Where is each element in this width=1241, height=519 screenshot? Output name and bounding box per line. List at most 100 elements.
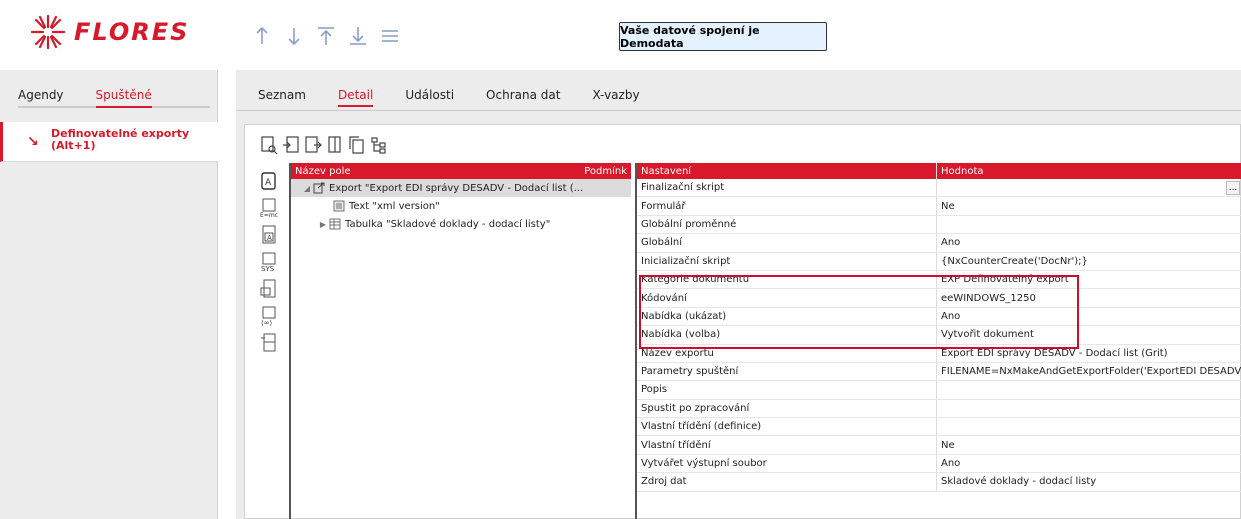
property-name: Název exportu	[637, 344, 937, 362]
property-value-text: Ne	[941, 439, 955, 451]
expand-icon[interactable]: ▶	[317, 220, 329, 229]
property-value[interactable]	[937, 216, 1241, 233]
property-row[interactable]: Nabídka (volba) Vytvořit dokument	[637, 326, 1241, 345]
property-value[interactable]: Ne	[937, 197, 1241, 214]
property-row[interactable]: Kódování eeWINDOWS_1250	[637, 289, 1241, 308]
property-name: Parametry spuštění	[637, 362, 937, 381]
property-name: Globální	[637, 234, 937, 252]
import-icon[interactable]	[281, 135, 301, 155]
property-value[interactable]: FILENAME=NxMakeAndGetExportFolder('Expor…	[937, 363, 1241, 380]
property-value[interactable]: EXP Definovatelný export	[937, 271, 1241, 288]
property-row[interactable]: Název exportu Export EDI správy DESADV - …	[637, 344, 1241, 363]
property-name: Inicializační skript	[637, 252, 937, 270]
menu-icon[interactable]	[378, 24, 402, 48]
formula-field-icon[interactable]: E=mc	[259, 198, 279, 219]
property-row[interactable]: Zdroj dat Skladové doklady - dodací listy	[637, 473, 1241, 492]
collapse-icon[interactable]: ◢	[301, 184, 313, 193]
tree-structure-icon[interactable]	[369, 135, 389, 155]
running-item-label: Definovatelné exporty (Alt+1)	[51, 127, 190, 152]
tab-agendy[interactable]: Agendy	[18, 88, 64, 106]
property-value[interactable]: {NxCounterCreate('DocNr');}	[937, 253, 1241, 270]
property-name: Kategorie dokumentu	[637, 270, 937, 289]
arrow-bottom-icon[interactable]	[346, 24, 370, 48]
property-value[interactable]: Vytvořit dokument	[937, 326, 1241, 343]
property-name: Nabídka (ukázat)	[637, 307, 937, 326]
grid-header-value[interactable]: Hodnota	[937, 163, 1241, 179]
system-field-icon[interactable]: SYS	[259, 252, 279, 273]
main-tabs: Seznam Detail Události Ochrana dat X-vaz…	[258, 88, 672, 107]
preview-icon[interactable]	[259, 135, 279, 155]
tree-node-text[interactable]: Text "xml version"	[291, 197, 631, 215]
property-name: Vlastní třídění (definice)	[637, 418, 937, 436]
property-name: Formulář	[637, 197, 937, 215]
property-row[interactable]: Kategorie dokumentu EXP Definovatelný exp…	[637, 270, 1241, 290]
property-value-text: FILENAME=NxMakeAndGetExportFolder('Expor…	[941, 366, 1241, 378]
property-value-text: Vytvořit dokument	[941, 329, 1034, 341]
table-field-icon[interactable]	[259, 333, 279, 353]
property-value[interactable]: Ano	[937, 234, 1241, 251]
arrow-top-icon[interactable]	[314, 24, 338, 48]
property-row[interactable]: Nabídka (ukázat) Ano	[637, 307, 1241, 327]
tree-header: Název pole Podmínk	[291, 163, 631, 179]
property-row[interactable]: Globální Ano	[637, 234, 1241, 253]
property-row[interactable]: Vytvářet výstupní soubor Ano	[637, 454, 1241, 474]
add-field-icon[interactable]: A	[259, 171, 279, 191]
property-value[interactable]: Skladové doklady - dodací listy	[937, 473, 1241, 490]
top-bar: FLORES Vaše datové spojení je Demodata	[0, 0, 1241, 68]
property-row[interactable]: Formulář Ne	[637, 197, 1241, 216]
tree-node-table[interactable]: ▶ Tabulka "Skladové doklady - dodací lis…	[291, 215, 631, 233]
property-row[interactable]: Parametry spuštění FILENAME=NxMakeAndGetE…	[637, 362, 1241, 382]
tab-detail[interactable]: Detail	[337, 88, 374, 107]
property-row[interactable]: Vlastní třídění (definice)	[637, 418, 1241, 437]
document-icon[interactable]	[325, 135, 345, 155]
export-icon[interactable]	[303, 135, 323, 155]
tab-spustene[interactable]: Spuštěné	[95, 88, 152, 108]
property-value-text: EXP Definovatelný export	[941, 274, 1069, 286]
property-value[interactable]	[937, 400, 1241, 417]
svg-text:A: A	[265, 178, 272, 188]
property-value-text: Skladové doklady - dodací listy	[941, 476, 1097, 488]
property-name: Finalizační skript	[637, 179, 937, 197]
flores-star-icon	[30, 14, 66, 50]
tree-header-name[interactable]: Název pole	[295, 166, 351, 177]
property-row[interactable]: Finalizační skript...	[637, 179, 1241, 198]
property-name: Spustit po zpracování	[637, 399, 937, 418]
property-value[interactable]: ...	[937, 179, 1241, 196]
side-toolbar: A E=mc A SYS ⟨∞⟩	[259, 171, 279, 360]
link-field-icon[interactable]: ⟨∞⟩	[259, 306, 279, 327]
property-value[interactable]: Export EDI správy DESADV - Dodací list (…	[937, 345, 1241, 362]
edit-script-button[interactable]: ...	[1226, 180, 1240, 195]
property-row[interactable]: Vlastní třídění Ne	[637, 436, 1241, 455]
property-value[interactable]: eeWINDOWS_1250	[937, 289, 1241, 306]
copy-icon[interactable]	[347, 135, 367, 155]
svg-text:SYS: SYS	[261, 265, 275, 272]
property-value[interactable]	[937, 381, 1241, 398]
running-item-definable-exports[interactable]: ↘ Definovatelné exporty (Alt+1)	[0, 122, 218, 162]
arrow-down-right-icon: ↘	[27, 134, 39, 150]
property-name: Zdroj dat	[637, 473, 937, 491]
property-row[interactable]: Popis	[637, 381, 1241, 400]
grid-header-setting[interactable]: Nastavení	[637, 163, 937, 179]
property-row[interactable]: Inicializační skript {NxCounterCreate('Do…	[637, 252, 1241, 271]
tree-node-export[interactable]: ◢ Export "Export EDI správy DESADV - Dod…	[291, 179, 631, 197]
property-value[interactable]: Ne	[937, 436, 1241, 453]
property-value[interactable]: Ano	[937, 455, 1241, 472]
property-row[interactable]: Spustit po zpracování	[637, 399, 1241, 419]
tab-seznam[interactable]: Seznam	[258, 88, 306, 107]
left-tabs: Agendy Spuštěné	[18, 88, 210, 108]
tab-udalosti[interactable]: Události	[405, 88, 454, 107]
text-field-icon[interactable]: A	[259, 225, 279, 245]
property-value[interactable]	[937, 418, 1241, 435]
arrow-down-icon[interactable]	[282, 24, 306, 48]
property-row[interactable]: Globální proměnné	[637, 215, 1241, 235]
property-value-text: Ano	[941, 237, 961, 249]
tab-ochrana-dat[interactable]: Ochrana dat	[486, 88, 560, 107]
tree-header-condition[interactable]: Podmínk	[584, 166, 627, 177]
tab-x-vazby[interactable]: X-vazby	[592, 88, 639, 107]
arrow-up-icon[interactable]	[250, 24, 274, 48]
detail-workspace: A E=mc A SYS ⟨∞⟩ Název pole Podmínk ◢ Ex…	[244, 124, 1241, 519]
property-value[interactable]: Ano	[937, 308, 1241, 325]
export-field-icon[interactable]	[259, 279, 279, 299]
left-panel: Agendy Spuštěné ↘ Definovatelné exporty …	[0, 70, 218, 519]
property-name: Nabídka (volba)	[637, 326, 937, 344]
